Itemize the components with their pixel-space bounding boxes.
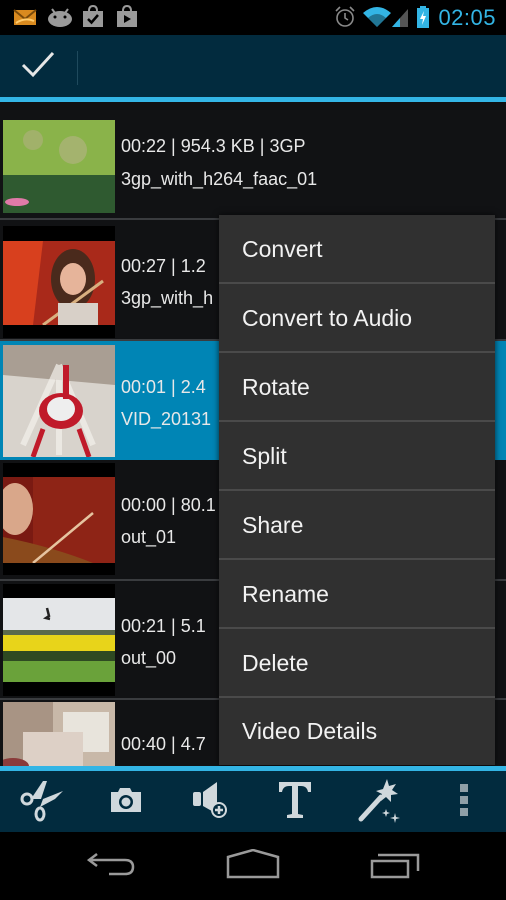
menu-item-label: Video Details [242,718,378,744]
magic-wand-icon [357,777,403,828]
video-thumbnail [3,584,115,696]
video-meta: 00:27 | 1.2 [121,256,206,276]
video-meta: 00:40 | 4.7 [121,734,206,754]
video-thumbnail [3,702,115,766]
video-name: 3gp_with_h [121,288,214,308]
recents-icon [370,849,420,884]
menu-item-share[interactable]: Share [219,491,495,560]
add-audio-button[interactable] [181,774,241,830]
play-store-icon [115,4,139,34]
store-check-icon [81,4,105,34]
context-menu: Convert Convert to Audio Rotate Split Sh… [219,215,495,765]
clock-time: 02:05 [438,5,496,30]
video-thumbnail [3,120,115,213]
wifi-icon [362,5,392,34]
video-meta: 00:22 | 954.3 KB | 3GP [121,136,306,156]
text-icon [277,780,313,825]
action-bar-divider [77,51,78,85]
menu-item-rotate[interactable]: Rotate [219,353,495,422]
menu-item-rename[interactable]: Rename [219,560,495,629]
add-audio-icon [191,780,231,825]
navigation-bar [0,832,506,900]
video-meta: 00:00 | 80.1 [121,495,216,515]
checkmark-icon [21,50,55,83]
video-name: VID_20131 [121,409,212,429]
menu-item-convert-to-audio[interactable]: Convert to Audio [219,284,495,353]
video-list-item[interactable]: 00:22 | 954.3 KB | 3GP 3gp_with_h264_faa… [0,110,506,220]
camera-icon [108,785,144,820]
overflow-menu-icon [459,782,469,823]
scissors-icon [19,777,65,828]
android-icon [46,5,74,34]
menu-item-video-details[interactable]: Video Details [219,698,495,765]
signal-icon [390,5,410,34]
snapshot-button[interactable] [96,774,156,830]
menu-item-label: Convert [242,236,323,262]
video-name: 3gp_with_h264_faac_01 [121,169,318,189]
mail-icon [12,5,38,34]
recents-button[interactable] [350,844,440,888]
battery-charging-icon [416,5,430,34]
menu-item-label: Split [242,443,287,469]
menu-item-split[interactable]: Split [219,422,495,491]
home-button[interactable] [208,844,298,888]
status-bar: 02:05 [0,0,506,35]
trim-button[interactable] [12,774,72,830]
back-icon [86,850,137,883]
menu-item-label: Rotate [242,374,310,400]
overflow-menu-button[interactable] [434,774,494,830]
video-name: out_00 [121,648,177,668]
video-name: out_01 [121,527,177,547]
alarm-icon [333,5,357,34]
add-text-button[interactable] [265,774,325,830]
menu-item-label: Convert to Audio [242,305,413,331]
menu-item-label: Delete [242,650,309,676]
video-thumbnail [3,463,115,575]
menu-item-label: Rename [242,581,329,607]
action-bar [0,35,506,102]
done-button[interactable] [0,35,76,97]
effects-button[interactable] [350,774,410,830]
back-button[interactable] [67,844,157,888]
video-meta: 00:21 | 5.1 [121,616,206,636]
video-meta: 00:01 | 2.4 [121,377,206,397]
video-thumbnail [3,226,115,338]
toolbar-accent-line [0,766,506,771]
bottom-toolbar [0,766,506,832]
home-icon [226,848,280,884]
video-thumbnail [3,345,115,457]
menu-item-label: Share [242,512,304,538]
menu-item-delete[interactable]: Delete [219,629,495,698]
menu-item-convert[interactable]: Convert [219,215,495,284]
